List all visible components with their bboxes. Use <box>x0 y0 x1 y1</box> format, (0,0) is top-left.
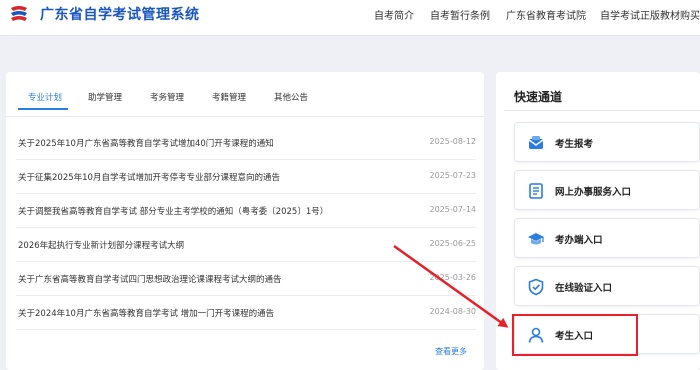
news-item[interactable]: 关于调整我省高等教育自学考试 部分专业主考学校的通知（粤考委〔2025〕1号） … <box>16 194 476 228</box>
quick-access-exam-registration[interactable]: 考生报考 <box>514 122 700 162</box>
nav-link-textbooks[interactable]: 自学考试正版教材购买 <box>600 7 700 22</box>
graduation-cap-icon <box>528 233 544 245</box>
tab-major-plan[interactable]: 专业计划 <box>28 91 62 103</box>
quick-access-label: 考办端入口 <box>555 235 603 246</box>
tab-exam-affairs[interactable]: 考务管理 <box>150 91 184 103</box>
tab-tutoring-management[interactable]: 助学管理 <box>88 91 122 103</box>
news-title[interactable]: 关于调整我省高等教育自学考试 部分专业主考学校的通知（粤考委〔2025〕1号） <box>18 205 418 217</box>
tab-student-records[interactable]: 考籍管理 <box>212 91 246 103</box>
news-title[interactable]: 关于广东省高等教育自学考试四门思想政治理论课课程考试大纲的通告 <box>18 273 418 285</box>
view-more-link[interactable]: 查看更多 <box>435 346 467 357</box>
news-title[interactable]: 2026年起执行专业新计划部分课程考试大纲 <box>18 239 418 251</box>
news-date: 2025-07-23 <box>429 171 477 180</box>
envelope-icon <box>528 136 544 149</box>
news-panel: 专业计划 助学管理 考务管理 考籍管理 其他公告 关于2025年10月广东省高等… <box>6 72 484 370</box>
quick-access-label: 考生报考 <box>555 139 594 150</box>
quick-access-label: 在线验证入口 <box>555 283 613 294</box>
top-header: 广东省自学考试管理系统 自考简介 自考暂行条例 广东省教育考试院 自学考试正版教… <box>0 0 700 36</box>
quick-access-online-verification[interactable]: 在线验证入口 <box>514 266 700 306</box>
news-date: 2025-08-12 <box>429 137 477 146</box>
news-title[interactable]: 关于2025年10月广东省高等教育自学考试增加40门开考课程的通知 <box>18 137 418 149</box>
news-item[interactable]: 关于2025年10月广东省高等教育自学考试增加40门开考课程的通知 2025-0… <box>16 126 476 160</box>
news-item[interactable]: 关于广东省高等教育自学考试四门思想政治理论课课程考试大纲的通告 2025-03-… <box>16 262 476 296</box>
news-item[interactable]: 关于2024年10月广东省高等教育自学考试 增加一门开考课程的通告 2024-0… <box>16 296 476 330</box>
active-tab-indicator <box>18 108 68 110</box>
shield-check-icon <box>528 278 544 296</box>
news-title[interactable]: 关于2024年10月广东省高等教育自学考试 增加一门开考课程的通告 <box>18 307 418 319</box>
tabs-divider <box>6 116 484 117</box>
news-title[interactable]: 关于征集2025年10月自学考试增加开考停考专业部分课程意向的通告 <box>18 171 418 183</box>
tab-other-notices[interactable]: 其他公告 <box>274 91 308 103</box>
document-icon <box>529 183 543 199</box>
news-date: 2025-06-25 <box>429 239 477 248</box>
logo-icon <box>11 6 27 21</box>
news-item[interactable]: 关于征集2025年10月自学考试增加开考停考专业部分课程意向的通告 2025-0… <box>16 160 476 194</box>
news-date: 2025-07-14 <box>429 205 477 214</box>
news-date: 2024-08-30 <box>429 307 477 316</box>
nav-link-regulations[interactable]: 自考暂行条例 <box>430 7 490 22</box>
nav-link-intro[interactable]: 自考简介 <box>374 7 414 22</box>
news-tabs: 专业计划 助学管理 考务管理 考籍管理 其他公告 <box>6 72 484 117</box>
highlight-box <box>512 314 638 356</box>
news-item[interactable]: 2026年起执行专业新计划部分课程考试大纲 2025-06-25 <box>16 228 476 262</box>
nav-link-exam-authority[interactable]: 广东省教育考试院 <box>506 7 586 22</box>
quick-access-divider <box>504 110 700 111</box>
quick-access-exam-office[interactable]: 考办端入口 <box>514 218 700 258</box>
quick-access-online-services[interactable]: 网上办事服务入口 <box>514 170 700 210</box>
site-title[interactable]: 广东省自学考试管理系统 <box>40 4 200 24</box>
quick-access-title: 快速通道 <box>514 90 563 104</box>
news-date: 2025-03-26 <box>429 273 477 282</box>
quick-access-label: 网上办事服务入口 <box>555 187 632 198</box>
